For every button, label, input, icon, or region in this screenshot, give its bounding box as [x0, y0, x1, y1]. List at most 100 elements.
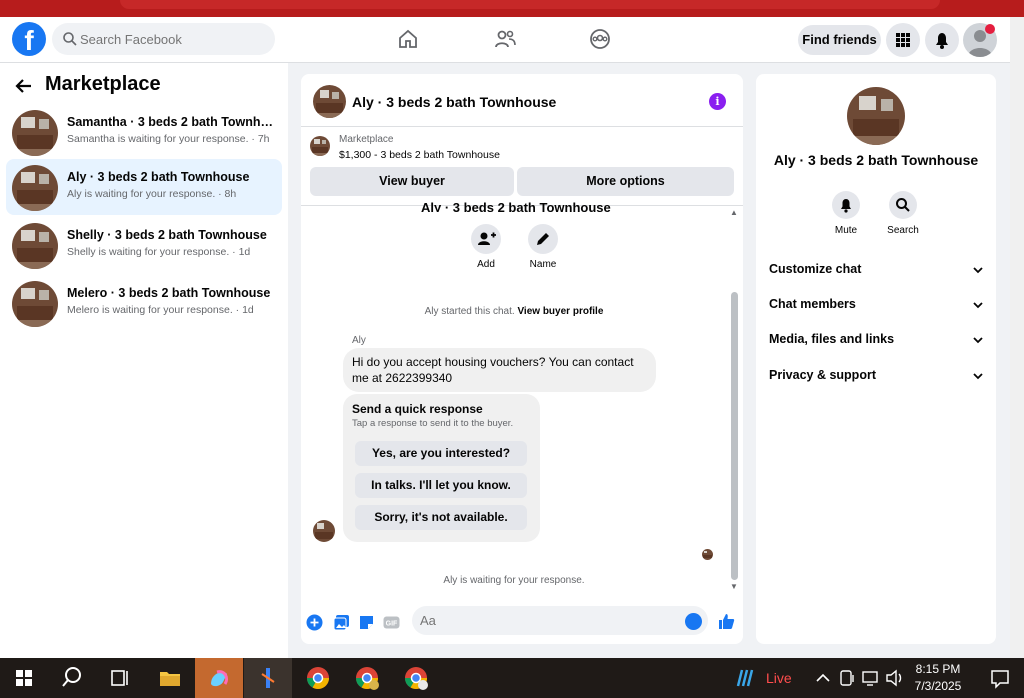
plus-circle-icon[interactable]	[306, 614, 323, 631]
conversation-item[interactable]: Samantha · 3 beds 2 bath Townho... Saman…	[6, 104, 282, 160]
section-label: Chat members	[769, 297, 856, 311]
chat-title[interactable]: Aly · 3 beds 2 bath Townhouse	[352, 94, 556, 110]
browser-tab-strip	[0, 0, 1024, 17]
section-label: Privacy & support	[769, 368, 876, 382]
device-icon[interactable]	[835, 658, 859, 698]
quick-response-option[interactable]: In talks. I'll let you know.	[355, 473, 527, 498]
view-buyer-profile-link[interactable]: View buyer profile	[517, 306, 603, 317]
chat-thumbnail[interactable]	[313, 85, 346, 118]
conversation-item[interactable]: Shelly · 3 beds 2 bath Townhouse Shelly …	[6, 217, 282, 273]
emoji-icon[interactable]	[685, 613, 702, 630]
clock-date: 7/3/2025	[914, 679, 962, 693]
scroll-down-arrow-icon[interactable]: ▼	[730, 582, 738, 591]
sidebar-title: Marketplace	[45, 73, 161, 95]
facebook-logo[interactable]: f	[12, 22, 46, 56]
conversation-name: Shelly · 3 beds 2 bath Townhouse	[67, 228, 267, 242]
quick-response-option[interactable]: Sorry, it's not available.	[355, 505, 527, 530]
svg-text:GIF: GIF	[386, 621, 398, 628]
view-buyer-button[interactable]: View buyer	[310, 167, 514, 196]
menu-button[interactable]	[886, 23, 920, 57]
chevron-down-icon	[973, 373, 983, 380]
conversation-item-active[interactable]: Aly · 3 beds 2 bath Townhouse Aly is wai…	[6, 159, 282, 215]
file-explorer-icon[interactable]	[146, 658, 194, 698]
message-bubble: Hi do you accept housing vouchers? You c…	[343, 348, 656, 392]
find-friends-button[interactable]: Find friends	[798, 25, 881, 55]
more-options-button[interactable]: More options	[517, 167, 734, 196]
conversation-status: Shelly is waiting for your response. · 1…	[67, 246, 251, 258]
conversation-name: Aly · 3 beds 2 bath Townhouse	[67, 170, 250, 184]
pinned-app-button[interactable]	[244, 658, 292, 698]
quick-response-option[interactable]: Yes, are you interested?	[355, 441, 527, 466]
gif-icon[interactable]: GIF	[383, 614, 400, 631]
mute-label: Mute	[834, 225, 858, 236]
search-icon	[63, 32, 77, 46]
details-thumbnail	[847, 87, 905, 145]
photo-icon[interactable]	[333, 614, 350, 631]
scroll-up-arrow-icon[interactable]: ▲	[730, 208, 738, 217]
conversation-item[interactable]: Melero · 3 beds 2 bath Townhouse Melero …	[6, 275, 282, 331]
scrolled-title: Aly · 3 beds 2 bath Townhouse	[421, 200, 611, 212]
chrome-icon[interactable]	[294, 658, 342, 698]
back-arrow-icon[interactable]	[14, 76, 34, 96]
search-bar[interactable]	[52, 23, 275, 55]
conversation-name: Melero · 3 beds 2 bath Townhouse	[67, 286, 271, 300]
top-navigation: f Find friends	[0, 17, 1010, 63]
chrome-profile-icon[interactable]	[392, 658, 440, 698]
home-icon[interactable]	[396, 27, 420, 51]
sender-avatar	[313, 520, 335, 542]
system-clock[interactable]: 8:15 PM 7/3/2025	[908, 661, 968, 695]
browser-tab-area	[120, 0, 940, 9]
task-view-icon[interactable]	[96, 658, 144, 698]
weather-label[interactable]: Live	[766, 670, 792, 686]
details-title: Aly · 3 beds 2 bath Townhouse	[773, 152, 979, 168]
name-action[interactable]: Name	[513, 224, 573, 270]
notifications-button[interactable]	[925, 23, 959, 57]
chrome-profile-icon[interactable]	[343, 658, 391, 698]
chat-members-section[interactable]: Chat members	[769, 297, 984, 319]
section-label: Media, files and links	[769, 332, 895, 346]
info-icon[interactable]: i	[709, 93, 726, 110]
media-files-links-section[interactable]: Media, files and links	[769, 332, 984, 354]
search-input[interactable]	[80, 23, 270, 55]
waiting-note: Aly is waiting for your response.	[443, 575, 585, 586]
copilot-icon	[211, 670, 229, 687]
notification-dot	[985, 24, 995, 34]
name-label: Name	[529, 259, 557, 270]
add-action[interactable]: Add	[456, 224, 516, 270]
seen-indicator-avatar	[702, 549, 713, 560]
friends-icon[interactable]	[493, 27, 517, 51]
listing-thumbnail-small	[310, 136, 330, 156]
message-input-box[interactable]	[412, 606, 708, 635]
chat-started-note: Aly started this chat. View buyer profil…	[301, 306, 727, 317]
network-icon[interactable]	[859, 658, 883, 698]
listing-thumbnail	[12, 223, 58, 269]
search-icon[interactable]	[48, 658, 96, 698]
window-scrollbar[interactable]	[1010, 17, 1024, 658]
listing-thumbnail	[12, 165, 58, 211]
chat-header: Aly · 3 beds 2 bath Townhouse i	[301, 74, 743, 127]
privacy-support-section[interactable]: Privacy & support	[769, 368, 984, 390]
mute-action[interactable]: Mute	[816, 191, 876, 236]
conversation-status: Samantha is waiting for your response. ·…	[67, 133, 270, 145]
search-action[interactable]: Search	[873, 191, 933, 236]
chat-panel: Aly · 3 beds 2 bath Townhouse i Marketpl…	[301, 74, 743, 644]
thumbs-up-icon[interactable]	[717, 612, 736, 631]
listing-thumbnail	[12, 281, 58, 327]
chat-scrollbar[interactable]	[731, 292, 738, 580]
bell-icon	[841, 199, 851, 213]
sticker-icon[interactable]	[358, 614, 375, 631]
quick-response-title: Send a quick response	[352, 402, 483, 416]
bell-icon	[936, 33, 948, 49]
copilot-app-button[interactable]	[195, 658, 243, 698]
message-input[interactable]	[420, 606, 670, 635]
volume-icon[interactable]	[883, 658, 907, 698]
pencil-icon	[537, 233, 549, 245]
customize-chat-section[interactable]: Customize chat	[769, 262, 984, 284]
weather-icon[interactable]	[724, 658, 772, 698]
quick-response-subtitle: Tap a response to send it to the buyer.	[352, 418, 514, 429]
groups-icon[interactable]	[588, 27, 612, 51]
windows-start-icon[interactable]	[0, 658, 48, 698]
search-label: Search	[887, 225, 919, 236]
notification-center-icon[interactable]	[976, 658, 1024, 698]
app-icon	[261, 668, 275, 688]
